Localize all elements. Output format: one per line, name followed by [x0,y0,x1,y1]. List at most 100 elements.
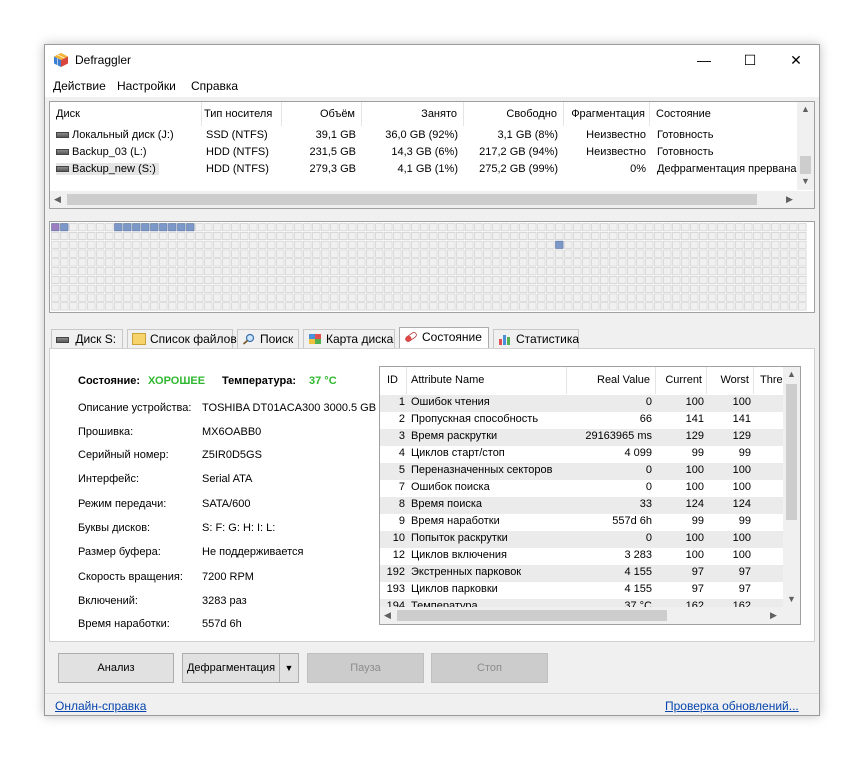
health-state-value: ХОРОШЕЕ [148,375,206,387]
col-attribute-name[interactable]: Attribute Name [407,367,567,394]
col-id[interactable]: ID [380,367,407,394]
menu-settings[interactable]: Настройки [117,79,176,93]
cluster-block [96,223,105,232]
smart-row[interactable]: 10 Попыток раскрутки 0 100 100 [380,531,783,548]
check-updates-link[interactable]: Проверка обновлений... [665,699,799,713]
cluster-block [150,240,159,249]
col-fragmentation[interactable]: Фрагментация [564,102,650,126]
scroll-down-icon[interactable]: ▼ [801,176,810,186]
cluster-block [726,275,735,284]
cluster-block [231,240,240,249]
cluster-block [402,249,411,258]
cluster-block [141,258,150,267]
scroll-right-icon[interactable]: ▶ [770,610,777,621]
cluster-block [357,275,366,284]
drive-list-vscrollbar[interactable]: ▲ ▼ [797,102,814,190]
col-current[interactable]: Current [656,367,707,394]
cluster-block [123,249,132,258]
smart-row[interactable]: 12 Циклов включения 3 283 100 100 [380,548,783,565]
cluster-block [474,223,483,232]
cluster-block [582,284,591,293]
analyze-button[interactable]: Анализ [58,653,174,683]
col-status[interactable]: Состояние [656,102,800,126]
cluster-block [366,284,375,293]
smart-row[interactable]: 9 Время наработки 557d 6h 99 99 [380,514,783,531]
scroll-down-icon[interactable]: ▼ [787,594,796,604]
col-media-type[interactable]: Тип носителя [204,102,282,126]
hdd-icon [56,149,69,156]
health-state-label: Состояние: [78,375,141,387]
cluster-block [159,293,168,302]
col-real-value[interactable]: Real Value [567,367,656,394]
cluster-block [366,232,375,241]
scroll-thumb[interactable] [397,610,667,621]
cluster-block [699,232,708,241]
smart-id: 193 [386,583,405,595]
smart-row[interactable]: 4 Циклов старт/стоп 4 099 99 99 [380,446,783,463]
cluster-block [780,249,789,258]
tab-health[interactable]: Состояние [399,327,489,349]
drive-list-hscrollbar[interactable]: ◀ ▶ [50,191,814,208]
smart-id: 7 [398,481,405,493]
col-free[interactable]: Свободно [464,102,564,126]
pause-button[interactable]: Пауза [307,653,424,683]
col-capacity[interactable]: Объём [284,102,362,126]
cluster-block [60,232,69,241]
scroll-right-icon[interactable]: ▶ [786,194,793,205]
col-used[interactable]: Занято [364,102,464,126]
scroll-left-icon[interactable]: ◀ [54,194,61,205]
smart-worst: 100 [732,532,751,544]
defrag-dropdown-button[interactable]: ▼ [279,653,299,683]
smart-row[interactable]: 7 Ошибок поиска 0 100 100 [380,480,783,497]
cluster-block [699,258,708,267]
cluster-block [276,232,285,241]
cluster-block [393,293,402,302]
smart-attribute-name: Переназначенных секторов [411,464,553,476]
cluster-block [780,293,789,302]
cluster-block [456,284,465,293]
cluster-block [114,223,123,232]
scroll-up-icon[interactable]: ▲ [787,369,796,379]
cluster-block [429,267,438,276]
tab-disk-map[interactable]: Карта диска [303,329,395,349]
cluster-block [465,302,474,311]
cluster-block [294,258,303,267]
smart-worst: 99 [738,515,751,527]
maximize-button[interactable]: ☐ [727,45,773,75]
online-help-link[interactable]: Онлайн-справка [55,699,146,713]
menu-help[interactable]: Справка [191,79,238,93]
smart-row[interactable]: 193 Циклов парковки 4 155 97 97 [380,582,783,599]
col-worst[interactable]: Worst [707,367,754,394]
cluster-block [654,240,663,249]
col-threshold[interactable]: Thre [754,367,784,394]
smart-row[interactable]: 1 Ошибок чтения 0 100 100 [380,395,783,412]
menu-action[interactable]: Действие [53,79,106,93]
scroll-thumb[interactable] [800,156,811,174]
smart-vscrollbar[interactable]: ▲ ▼ [783,367,800,607]
smart-row[interactable]: 2 Пропускная способность 66 141 141 [380,412,783,429]
tab-file-list[interactable]: Список файлов [127,329,237,349]
smart-row[interactable]: 5 Переназначенных секторов 0 100 100 [380,463,783,480]
cluster-block [132,293,141,302]
stop-button[interactable]: Стоп [431,653,548,683]
minimize-button[interactable]: — [681,45,727,75]
smart-row[interactable]: 192 Экстренных парковок 4 155 97 97 [380,565,783,582]
tab-search[interactable]: Поиск [237,329,299,349]
smart-row[interactable]: 8 Время поиска 33 124 124 [380,497,783,514]
cluster-block [789,267,798,276]
scroll-up-icon[interactable]: ▲ [801,104,810,114]
smart-row[interactable]: 3 Время раскрутки 29163965 ms 129 129 [380,429,783,446]
cluster-block [690,293,699,302]
scroll-thumb[interactable] [67,194,757,205]
cluster-block [474,284,483,293]
smart-hscrollbar[interactable]: ◀ ▶ [380,607,800,624]
cluster-block [690,223,699,232]
scroll-left-icon[interactable]: ◀ [384,610,391,621]
defrag-button[interactable]: Дефрагментация [182,653,279,683]
tab-drive[interactable]: Диск S: [51,329,123,349]
close-button[interactable]: ✕ [773,45,819,75]
col-disk[interactable]: Диск [56,102,202,126]
tab-statistics[interactable]: Статистика [493,329,579,349]
scroll-thumb[interactable] [786,384,797,520]
cluster-block [663,275,672,284]
